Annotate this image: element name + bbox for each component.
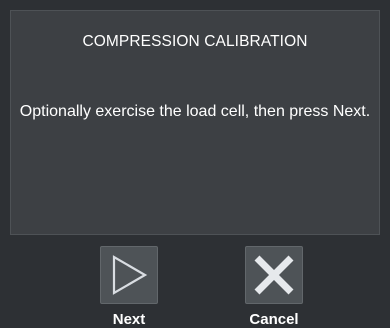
next-button[interactable] [100,246,158,304]
cancel-button-label[interactable]: Cancel [229,311,319,328]
dialog-message: Optionally exercise the load cell, then … [19,103,371,120]
close-x-icon [254,255,294,295]
play-triangle-icon [112,255,148,295]
dialog-title: COMPRESSION CALIBRATION [82,33,308,50]
next-button-label[interactable]: Next [84,311,174,328]
cancel-button[interactable] [245,246,303,304]
calibration-dialog: COMPRESSION CALIBRATION Optionally exerc… [0,0,390,328]
message-panel: COMPRESSION CALIBRATION Optionally exerc… [10,10,380,235]
